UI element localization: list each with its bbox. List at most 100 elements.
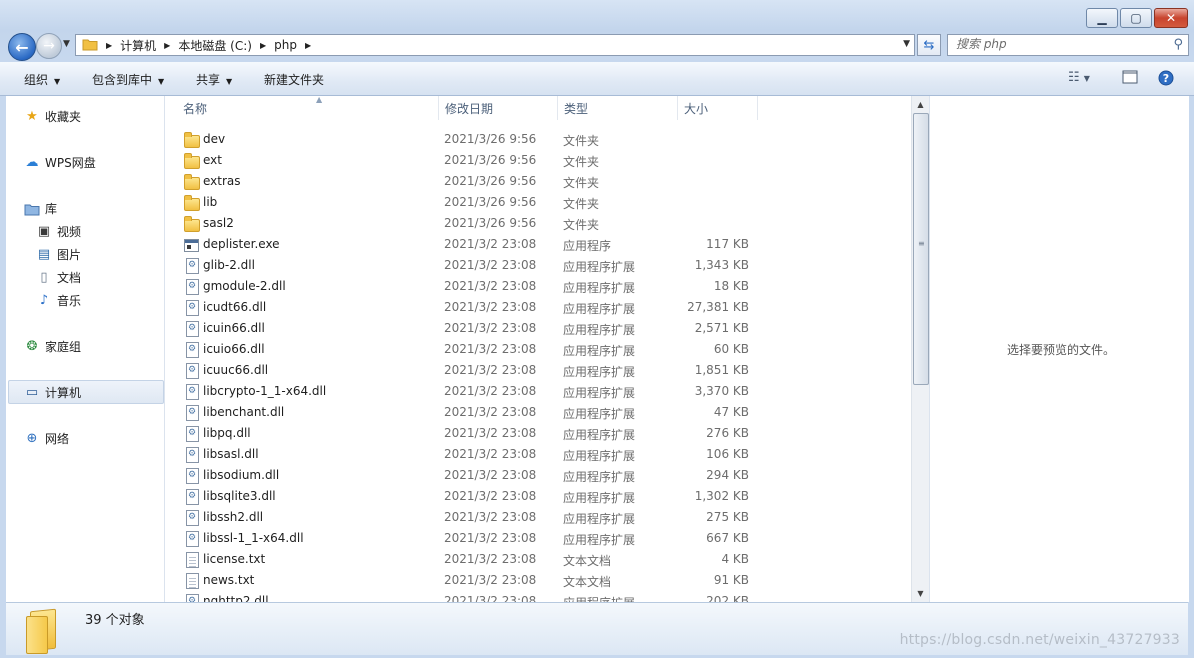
- table-row[interactable]: nghttp2.dll 2021/3/2 23:08 应用程序扩展 202 KB: [165, 591, 911, 602]
- file-name: glib-2.dll: [203, 258, 255, 272]
- address-bar[interactable]: ▶ 计算机 ▶ 本地磁盘 (C:) ▶ php ▶ ▼: [75, 34, 915, 56]
- nav-homegroup[interactable]: ❂ 家庭组: [24, 338, 81, 355]
- nav-network-label: 网络: [45, 432, 70, 446]
- table-row[interactable]: icuuc66.dll 2021/3/2 23:08 应用程序扩展 1,851 KB: [165, 360, 911, 381]
- file-name: deplister.exe: [203, 237, 280, 251]
- table-row[interactable]: libssh2.dll 2021/3/2 23:08 应用程序扩展 275 KB: [165, 507, 911, 528]
- table-row[interactable]: icudt66.dll 2021/3/2 23:08 应用程序扩展 27,381 KB: [165, 297, 911, 318]
- file-size: 27,381 KB: [687, 300, 749, 314]
- file-type: 文件夹: [563, 218, 600, 232]
- folder-icon: [184, 174, 200, 190]
- table-row[interactable]: libssl-1_1-x64.dll 2021/3/2 23:08 应用程序扩展 66…: [165, 528, 911, 549]
- breadcrumb: ▶ 计算机 ▶ 本地磁盘 (C:) ▶ php ▶: [98, 37, 319, 54]
- file-type: 应用程序扩展: [563, 260, 636, 274]
- table-row[interactable]: libsasl.dll 2021/3/2 23:08 应用程序扩展 106 KB: [165, 444, 911, 465]
- table-row[interactable]: gmodule-2.dll 2021/3/2 23:08 应用程序扩展 18 KB: [165, 276, 911, 297]
- minimize-button[interactable]: ▁: [1086, 8, 1118, 28]
- organize-label: 组织: [24, 73, 49, 87]
- table-row[interactable]: libenchant.dll 2021/3/2 23:08 应用程序扩展 47 KB: [165, 402, 911, 423]
- table-row[interactable]: sasl2 2021/3/26 9:56 文件夹: [165, 213, 911, 234]
- search-icon[interactable]: ⚲: [1173, 37, 1183, 52]
- table-row[interactable]: lib 2021/3/26 9:56 文件夹: [165, 192, 911, 213]
- help-button[interactable]: ?: [1158, 70, 1174, 90]
- table-row[interactable]: libcrypto-1_1-x64.dll 2021/3/2 23:08 应用程序扩…: [165, 381, 911, 402]
- nav-computer[interactable]: ▭ 计算机: [24, 384, 81, 401]
- new-folder-button[interactable]: 新建文件夹: [264, 71, 324, 88]
- refresh-button[interactable]: ⇆: [917, 34, 941, 56]
- table-row[interactable]: dev 2021/3/26 9:56 文件夹: [165, 129, 911, 150]
- maximize-button[interactable]: ▢: [1120, 8, 1152, 28]
- dll-file-icon: [186, 594, 199, 602]
- scroll-down-icon[interactable]: ▼: [912, 585, 929, 602]
- close-button[interactable]: ✕: [1154, 8, 1188, 28]
- table-row[interactable]: ext 2021/3/26 9:56 文件夹: [165, 150, 911, 171]
- crumb-php[interactable]: php: [274, 38, 297, 52]
- nav-documents-label: 文档: [57, 271, 82, 285]
- grip-icon: ≡: [918, 239, 925, 248]
- file-size: 2,571 KB: [694, 321, 749, 335]
- back-button[interactable]: ←: [8, 33, 36, 61]
- table-row[interactable]: news.txt 2021/3/2 23:08 文本文档 91 KB: [165, 570, 911, 591]
- preview-pane-button[interactable]: [1122, 70, 1138, 88]
- nav-wps-cloud[interactable]: ☁ WPS网盘: [24, 154, 96, 171]
- view-list-icon: ☷: [1068, 70, 1080, 85]
- preview-pane: 选择要预览的文件。: [929, 96, 1189, 602]
- scroll-up-icon[interactable]: ▲: [912, 96, 929, 113]
- column-type-label: 类型: [564, 101, 589, 116]
- nav-music[interactable]: ♪ 音乐: [36, 292, 81, 309]
- column-header-size[interactable]: 大小: [678, 96, 758, 120]
- nav-pictures[interactable]: ▤ 图片: [36, 246, 81, 263]
- crumb-computer[interactable]: 计算机: [120, 37, 156, 54]
- include-in-library-menu[interactable]: 包含到库中 ▼: [92, 71, 164, 88]
- address-history-dropdown[interactable]: ▼: [903, 39, 910, 49]
- vertical-scrollbar[interactable]: ▲ ≡ ▼: [911, 96, 929, 602]
- nav-libraries[interactable]: 库: [24, 200, 57, 217]
- table-row[interactable]: libpq.dll 2021/3/2 23:08 应用程序扩展 276 KB: [165, 423, 911, 444]
- file-type: 应用程序扩展: [563, 491, 636, 505]
- chevron-right-icon[interactable]: ▶: [164, 41, 170, 50]
- table-row[interactable]: icuio66.dll 2021/3/2 23:08 应用程序扩展 60 KB: [165, 339, 911, 360]
- file-name: icuin66.dll: [203, 321, 265, 335]
- organize-menu[interactable]: 组织 ▼: [24, 71, 60, 88]
- crumb-local-disk[interactable]: 本地磁盘 (C:): [178, 37, 252, 54]
- column-header-type[interactable]: 类型: [558, 96, 678, 120]
- table-row[interactable]: libsqlite3.dll 2021/3/2 23:08 应用程序扩展 1,302 …: [165, 486, 911, 507]
- chevron-down-icon: ▼: [54, 77, 61, 86]
- file-name: icudt66.dll: [203, 300, 267, 314]
- cloud-icon: ☁: [25, 155, 39, 170]
- table-row[interactable]: icuin66.dll 2021/3/2 23:08 应用程序扩展 2,571 KB: [165, 318, 911, 339]
- nav-network[interactable]: ⊕ 网络: [24, 430, 69, 447]
- file-type: 应用程序扩展: [563, 386, 636, 400]
- change-view-button[interactable]: ☷ ▼: [1068, 70, 1090, 85]
- file-type: 应用程序扩展: [563, 449, 636, 463]
- file-date: 2021/3/26 9:56: [444, 195, 537, 209]
- chevron-right-icon[interactable]: ▶: [260, 41, 266, 50]
- nav-favorites[interactable]: ★ 收藏夹: [24, 108, 81, 125]
- file-size: 202 KB: [706, 594, 749, 602]
- recent-pages-dropdown[interactable]: ▼: [63, 39, 70, 49]
- text-file-icon: [186, 573, 199, 589]
- nav-favorites-label: 收藏夹: [45, 110, 82, 124]
- file-name: libssl-1_1-x64.dll: [203, 531, 304, 545]
- table-row[interactable]: deplister.exe 2021/3/2 23:08 应用程序 117 KB: [165, 234, 911, 255]
- share-menu[interactable]: 共享 ▼: [196, 71, 232, 88]
- file-type: 文件夹: [563, 134, 600, 148]
- search-input[interactable]: [948, 35, 1156, 53]
- chevron-right-icon[interactable]: ▶: [305, 41, 311, 50]
- column-header-date[interactable]: 修改日期: [439, 96, 558, 120]
- file-size: 60 KB: [713, 342, 749, 356]
- table-row[interactable]: extras 2021/3/26 9:56 文件夹: [165, 171, 911, 192]
- nav-documents[interactable]: ▯ 文档: [36, 269, 81, 286]
- homegroup-icon: ❂: [26, 339, 38, 354]
- help-icon: ?: [1158, 70, 1174, 86]
- table-row[interactable]: license.txt 2021/3/2 23:08 文本文档 4 KB: [165, 549, 911, 570]
- table-row[interactable]: libsodium.dll 2021/3/2 23:08 应用程序扩展 294 KB: [165, 465, 911, 486]
- scroll-thumb[interactable]: ≡: [913, 113, 929, 385]
- nav-videos[interactable]: ▣ 视频: [36, 223, 81, 240]
- chevron-right-icon[interactable]: ▶: [106, 41, 112, 50]
- column-header-name[interactable]: 名称 ▲: [177, 96, 439, 120]
- file-name: license.txt: [203, 552, 266, 566]
- forward-button[interactable]: →: [36, 33, 62, 59]
- file-type: 应用程序扩展: [563, 344, 636, 358]
- table-row[interactable]: glib-2.dll 2021/3/2 23:08 应用程序扩展 1,343 KB: [165, 255, 911, 276]
